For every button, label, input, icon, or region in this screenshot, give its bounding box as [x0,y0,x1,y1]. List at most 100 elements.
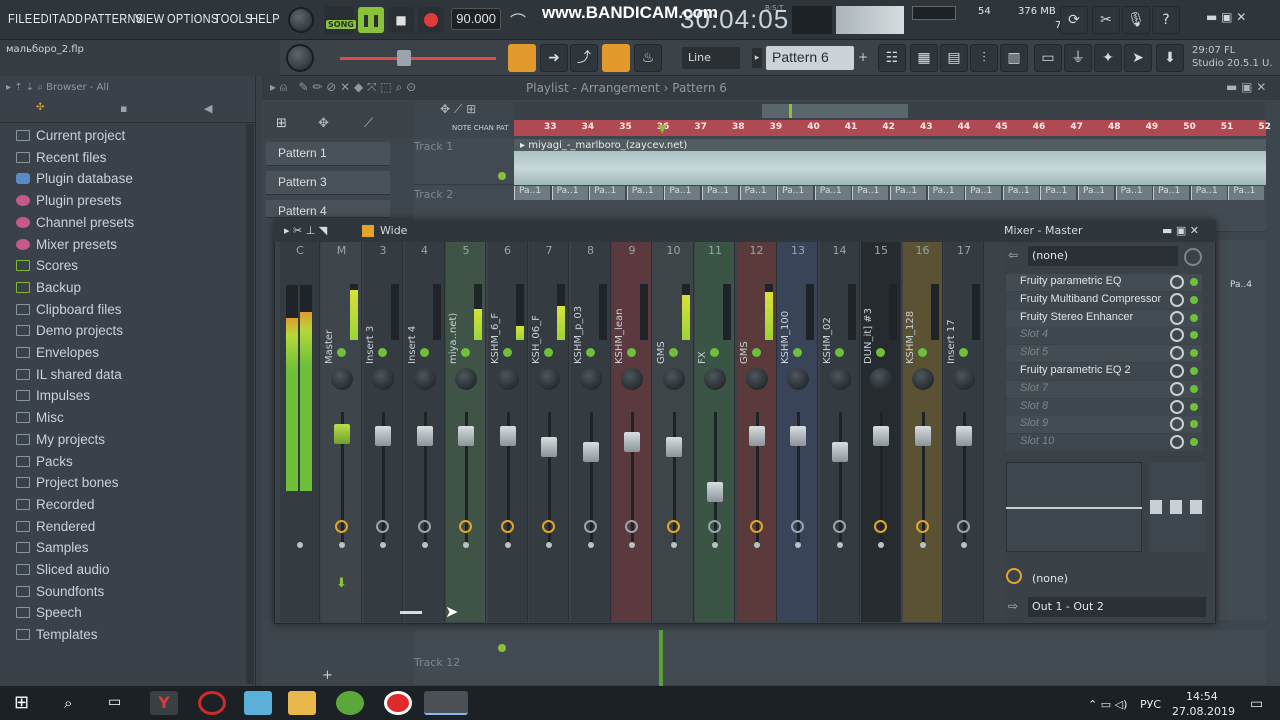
fx-enable-led[interactable] [1190,349,1198,358]
ruler-bar-number[interactable]: 45 [995,122,1008,132]
ruler-bar-number[interactable]: 44 [958,122,971,132]
ruler-bar-number[interactable]: 40 [807,122,820,132]
mixer-stereo-sep-icon[interactable] [957,520,970,533]
eq-slider-handle[interactable] [1190,500,1202,514]
channel-rack-icon[interactable]: ▤ [940,44,968,72]
mixer-mute-led[interactable] [627,348,636,357]
mixer-strip[interactable]: 10 GMS [653,242,694,622]
wait-input-icon[interactable]: ♨ [634,44,662,72]
mixer-volume-fader[interactable] [873,426,889,446]
browser-sort-icon[interactable]: ✣ [36,102,50,113]
fx-mix-knob[interactable] [1170,292,1184,307]
stop-button[interactable]: ■ [388,7,414,33]
pattern-clip-label[interactable]: Pa..4 [1230,280,1252,290]
mixer-mute-led[interactable] [419,348,429,357]
browser-item[interactable]: Samples [16,540,89,555]
clock-date[interactable]: 27.08.2019 [1172,705,1235,718]
mixer-window-controls[interactable]: ▬ ▣ ✕ [1162,224,1199,237]
mixer-volume-fader[interactable] [790,426,806,446]
fx-mix-knob[interactable] [1170,399,1184,414]
eq-slider-handle[interactable] [1150,500,1162,514]
link-icon[interactable] [602,44,630,72]
mixer-route-dot[interactable] [795,542,801,548]
mixer-strip[interactable]: 6 KSHM_6_F [487,242,528,622]
fx-enable-led[interactable] [1190,295,1198,304]
playlist-nav-icons[interactable]: ▸ ⍝ ✎ ✏ ⊘ ✕ ◆ ⤧ ⬚ ⌕ ⊙ [270,80,416,95]
mixer-pan-knob[interactable] [538,368,560,390]
plugin-icon[interactable]: ⏚ [1064,44,1092,72]
menu-add[interactable]: ADD [59,11,83,26]
mixer-pan-knob[interactable] [662,368,685,390]
browser-file-icon[interactable]: ▪ [120,102,132,115]
ruler-bar-number[interactable]: 35 [619,122,632,132]
pattern-clip[interactable]: Pa..1 [1115,186,1152,200]
mixer-stereo-sep-icon[interactable] [915,520,929,533]
pattern-list-item[interactable]: Pattern 1 [266,142,390,166]
fx-enable-led[interactable] [1190,384,1198,393]
mixer-volume-fader[interactable] [914,426,931,446]
mixer-icon[interactable]: ⫶ [970,44,998,72]
mixer-mute-led[interactable] [751,348,761,357]
mixer-strip[interactable]: 12 GMS [736,242,777,622]
browser-item[interactable]: Scores [16,258,78,273]
fx-enable-led[interactable] [1190,331,1198,340]
mixer-scrollbar[interactable] [400,611,422,614]
playlist-icon[interactable]: ☷ [878,44,906,72]
fx-enable-led[interactable] [1190,402,1198,411]
mixer-stereo-sep-icon[interactable] [583,520,597,533]
pattern-clip[interactable]: Pa..1 [890,186,926,200]
mixer-mute-led[interactable] [710,348,719,357]
mixer-mute-led[interactable] [544,348,553,357]
menu-edit[interactable]: EDIT [33,11,59,26]
mixer-pan-knob[interactable] [621,368,643,390]
pattern-clip[interactable]: Pa..1 [589,186,626,200]
pattern-clip[interactable]: Pa..1 [777,186,814,200]
fx-slot[interactable]: Slot 9 [1006,416,1202,434]
fx-slot[interactable]: Fruity parametric EQ 2 [1006,363,1202,380]
pattern-clip[interactable]: Pa..1 [1153,186,1190,200]
mixer-route-dot[interactable] [836,542,843,548]
fx-slot[interactable]: Fruity Stereo Enhancer [1006,309,1202,327]
mixer-tool-icons[interactable]: ▸ ✂ ⊥ ◥ [284,224,327,237]
mixer-route-dot[interactable] [878,542,884,548]
pattern-clip[interactable]: Pa..1 [965,186,1002,200]
pattern-clip[interactable]: Pa..1 [1002,186,1039,200]
window-controls[interactable]: ▬ ▣ ✕ [1206,10,1246,24]
browser-item[interactable]: Envelopes [16,345,99,360]
fx-slot[interactable]: Fruity Multiband Compressor [1006,291,1202,309]
task-view-icon[interactable]: ▭ [108,694,121,710]
metronome-icon[interactable]: ⌒ [510,8,534,32]
track-name[interactable]: Track 12 [414,656,460,669]
pattern-clip[interactable]: Pa..1 [739,186,776,200]
help-icon[interactable]: ? [1152,6,1180,34]
mixer-volume-fader[interactable] [375,426,391,446]
picker-icon[interactable]: ⊞ [276,116,287,131]
mixer-mute-led[interactable] [876,348,885,357]
mixer-mute-led[interactable] [793,348,802,357]
browser-item[interactable]: Demo projects [16,323,123,338]
pattern-clip[interactable]: Pa..1 [1190,186,1227,200]
browser-speaker-icon[interactable]: ◀ [204,102,216,115]
menu-help[interactable]: HELP [250,11,280,26]
menu-tools[interactable]: TOOLS [214,11,253,26]
mixer-strip[interactable]: 14 KSHM_02 [819,242,860,622]
mixer-mute-led[interactable] [668,348,678,357]
fx-slot[interactable]: Slot 4 [1006,327,1202,345]
mixer-stereo-sep-icon[interactable] [459,520,472,533]
browser-item[interactable]: Clipboard files [16,302,122,317]
pattern-list-item[interactable]: Pattern 3 [266,171,390,195]
ruler-mode-labels[interactable]: NOTE CHAN PAT [452,124,508,132]
mixer-stereo-sep-icon[interactable] [500,520,514,533]
mixer-strip[interactable]: 9 KSHM_lean [612,242,652,622]
playlist-scroll-thumb[interactable] [762,104,908,118]
mixer-strip[interactable]: 8 KSHM_p_03 [570,242,611,622]
mixer-volume-fader[interactable] [624,432,640,452]
browser-item[interactable]: Channel presets [16,215,134,230]
mixer-pan-knob[interactable] [330,368,353,390]
mixer-mute-led[interactable] [959,348,968,357]
fx-enable-led[interactable] [1190,278,1198,286]
fx-mix-knob[interactable] [1170,346,1184,361]
browser-item[interactable]: IL shared data [16,367,122,382]
add-track-icon[interactable]: + [322,668,333,683]
yandex-browser-icon[interactable]: Y [150,691,178,715]
